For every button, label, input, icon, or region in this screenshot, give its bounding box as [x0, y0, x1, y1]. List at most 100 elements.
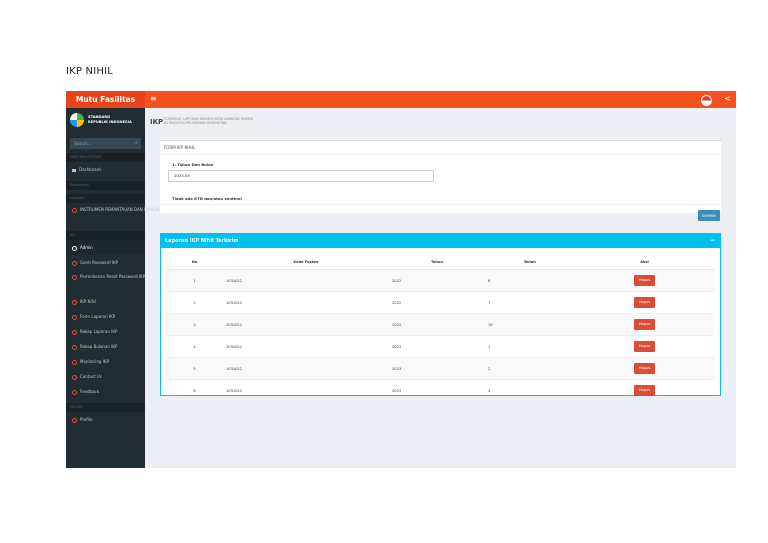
sidebar-menu: MAIN NAVIGATION Dashboard Puskesmas Indikat… [66, 153, 163, 427]
sidebar-item-ikp-nihil[interactable]: IKP Nihil [66, 294, 145, 309]
minimize-icon[interactable]: − [710, 234, 715, 248]
table-header-row: No Kode Faskes Tahun Bulan Aksi [166, 255, 714, 270]
year-month-label: 1. Tahun Dan Bulan [172, 162, 214, 167]
cell-aksi: Hapus [575, 379, 714, 401]
column-header-kode: Kode Faskes [223, 255, 389, 270]
circle-icon [72, 314, 77, 320]
divider [160, 154, 721, 155]
cell-tahun: 2022 [389, 291, 485, 314]
content-wrapper: IKP FORMULIR LAPORAN INSIDEN KESELAMATAN… [145, 108, 736, 468]
sidebar-item-monitoring-ikp[interactable]: Monitoring IKP [66, 354, 145, 369]
logo-text: STANDARD REPUBLIK INDONESIA [88, 115, 132, 125]
no-ktd-note: Tidak ada KTD dan/atau sentinel [172, 196, 242, 201]
sidebar-item-admin[interactable]: Admin [66, 240, 145, 255]
cell-kode-faskes: 1031022 [223, 357, 389, 380]
cell-no: 3 [166, 313, 223, 336]
cell-tahun: 2023 [389, 379, 485, 401]
circle-icon [72, 260, 77, 266]
table-row: 4 1031022 2023 1 Hapus [166, 335, 714, 358]
delete-button[interactable]: Hapus [634, 341, 655, 352]
logo-line2: REPUBLIK INDONESIA [88, 120, 132, 124]
sidebar-item-instrumen-pemantauan-dan-evaluasi[interactable]: INSTRUMEN PEMANTAUAN DAN EVALUASI [66, 203, 163, 227]
sidebar-section-header: Puskesmas [66, 181, 145, 190]
sidebar-user-panel: STANDARD REPUBLIK INDONESIA [66, 108, 145, 132]
cell-bulan: 4 [485, 379, 575, 401]
sidebar-search[interactable]: Search... ⌕ [70, 138, 141, 149]
share-icon[interactable]: < [724, 94, 731, 104]
hamburger-menu-icon[interactable]: ≡ [150, 95, 157, 103]
sidebar-item-label: Admin [80, 245, 93, 250]
cell-tahun: 2023 [389, 357, 485, 380]
form-box: FORM IKP NIHIL 1. Tahun Dan Bulan 2023-0… [160, 140, 721, 213]
sidebar-item-rekap-laporan-ikp[interactable]: Rekap Laporan IKP [66, 324, 145, 339]
sidebar-item-label: Rekap Bulanan IKP [80, 344, 118, 349]
cell-aksi: Hapus [575, 269, 714, 292]
sidebar-item-label: IKP Nihil [80, 299, 97, 304]
search-input[interactable]: Search... [74, 141, 92, 146]
sidebar-item-label: Form Laporan IKP [80, 314, 116, 319]
cell-kode-faskes: 1031022 [223, 335, 389, 358]
sidebar-item-label: Feedback [80, 389, 100, 394]
standard-logo-icon [70, 113, 84, 127]
cell-kode-faskes: 1031022 [223, 313, 389, 336]
sidebar-item-form-laporan-ikp[interactable]: Form Laporan IKP [66, 309, 145, 324]
delete-button[interactable]: Hapus [634, 297, 655, 308]
sidebar-item-dashboard[interactable]: Dashboard [66, 162, 145, 177]
column-header-tahun: Tahun [389, 255, 485, 270]
sidebar: STANDARD REPUBLIK INDONESIA Search... ⌕ … [66, 108, 163, 468]
cell-tahun: 2023 [389, 335, 485, 358]
content-subtitle: FORMULIR LAPORAN INSIDEN KESELAMATAN PAS… [164, 117, 253, 126]
sidebar-item-feedback[interactable]: Feedback [66, 384, 145, 399]
report-table: No Kode Faskes Tahun Bulan Aksi 1 1031022… [166, 255, 714, 401]
sidebar-item-profile[interactable]: Profile [66, 412, 145, 427]
sidebar-item-contact-us[interactable]: Contact Us [66, 369, 145, 384]
circle-icon [72, 374, 77, 380]
delete-button[interactable]: Hapus [634, 363, 655, 374]
sidebar-item-label: Permohonan Reset Password IKP [80, 274, 146, 279]
column-header-aksi: Aksi [575, 255, 714, 270]
cell-no: 6 [166, 379, 223, 401]
cell-no: 5 [166, 357, 223, 380]
cell-aksi: Hapus [575, 313, 714, 336]
table-row: 5 1031022 2023 2 Hapus [166, 357, 714, 380]
cell-no: 1 [166, 269, 223, 292]
sidebar-item-rekap-bulanan-ikp[interactable]: Rekap Bulanan IKP [66, 339, 145, 354]
cell-bulan: 1 [485, 335, 575, 358]
cell-no: 2 [166, 291, 223, 314]
delete-button[interactable]: Hapus [634, 385, 655, 396]
sidebar-item-label: Rekap Laporan IKP [80, 329, 118, 334]
delete-button[interactable]: Hapus [634, 275, 655, 286]
sidebar-item-label: Profile [80, 417, 93, 422]
table-row: 1 1031022 2022 6 Hapus [166, 269, 714, 292]
content-title: IKP [150, 118, 164, 126]
column-header-no: No [166, 255, 223, 270]
subtitle-line2: DI FASILITAS PELAYANAN KESEHATAN [164, 121, 227, 126]
cell-bulan: 6 [485, 269, 575, 292]
table-body: 1 1031022 2022 6 Hapus 2 1031022 2022 7 Hapus 3 103… [166, 269, 714, 401]
circle-icon [72, 359, 77, 365]
search-icon[interactable]: ⌕ [135, 140, 138, 146]
brand-logo[interactable]: Mutu Fasilitas [66, 91, 145, 108]
table-row: 2 1031022 2022 7 Hapus [166, 291, 714, 314]
year-month-input[interactable]: 2023-09 [168, 170, 434, 182]
sidebar-item-label: Dashboard [79, 167, 101, 172]
sidebar-item-label: Contact Us [80, 374, 102, 379]
cell-kode-faskes: 1031022 [223, 291, 389, 314]
save-button[interactable]: SIMPAN [698, 210, 720, 221]
cell-kode-faskes: 1031022 [223, 269, 389, 292]
circle-icon [72, 417, 77, 423]
report-box: Laporan IKP Nihil Terkirim − No Kode Fas… [160, 233, 721, 401]
top-navbar: Mutu Fasilitas ≡ < [66, 91, 736, 108]
table-row: 3 1031022 2022 10 Hapus [166, 313, 714, 336]
cell-bulan: 10 [485, 313, 575, 336]
sidebar-item-label: Ganti Password IKP [80, 260, 119, 265]
sidebar-item-ganti-password-ikp[interactable]: Ganti Password IKP [66, 255, 145, 270]
column-header-bulan: Bulan [485, 255, 575, 270]
sidebar-item-permohonan-reset-password-ikp[interactable]: Permohonan Reset Password IKP [66, 270, 145, 294]
cell-tahun: 2022 [389, 269, 485, 292]
app-window: Mutu Fasilitas ≡ < STANDARD REPUBLIK IND… [66, 91, 736, 468]
language-flag-icon[interactable] [701, 95, 712, 106]
cell-aksi: Hapus [575, 291, 714, 314]
cell-bulan: 2 [485, 357, 575, 380]
delete-button[interactable]: Hapus [634, 319, 655, 330]
